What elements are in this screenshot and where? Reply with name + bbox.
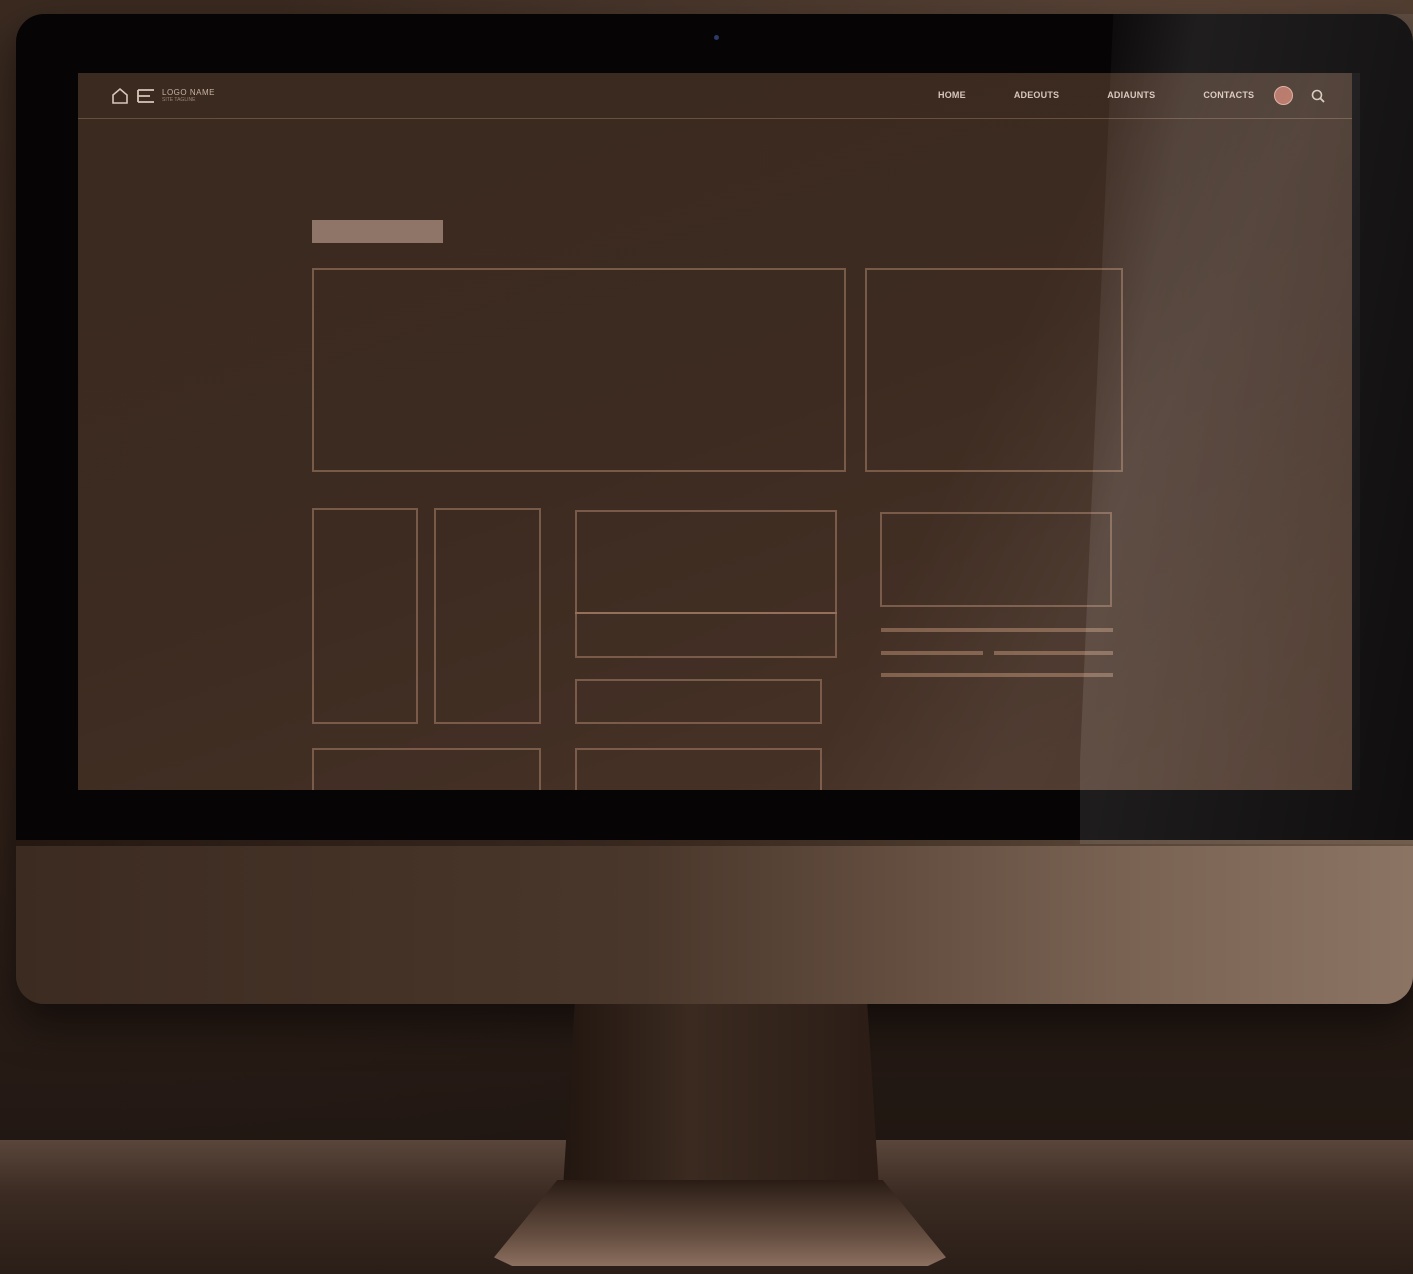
site-logo[interactable]: LOGO NAME SITE TAGLINE xyxy=(110,85,215,107)
nav-item-home[interactable]: HOME xyxy=(938,90,966,100)
nav-item-contacts[interactable]: CONTACTS xyxy=(1203,90,1254,100)
card-placeholder-1 xyxy=(312,508,418,724)
footer-block-placeholder-1 xyxy=(312,748,541,790)
menu-lines-icon xyxy=(137,89,154,103)
site-navbar: LOGO NAME SITE TAGLINE HOME ADEOUTS ADIA… xyxy=(78,73,1352,119)
text-line-placeholder-2 xyxy=(881,651,983,655)
user-avatar-icon[interactable] xyxy=(1274,86,1293,105)
logo-text: LOGO NAME SITE TAGLINE xyxy=(162,88,215,104)
footer-block-placeholder-2 xyxy=(575,748,822,790)
text-line-placeholder-3 xyxy=(994,651,1113,655)
nav-item-adeouts[interactable]: ADEOUTS xyxy=(1014,90,1059,100)
logo-title: LOGO NAME xyxy=(162,88,215,97)
content-caption-placeholder xyxy=(575,612,837,658)
monitor-chin-edge xyxy=(16,840,1413,846)
nav-item-adiaunts[interactable]: ADIAUNTS xyxy=(1107,90,1155,100)
search-icon[interactable] xyxy=(1310,88,1326,104)
text-line-placeholder-1 xyxy=(881,628,1113,632)
side-image-placeholder xyxy=(865,268,1123,472)
content-block-placeholder xyxy=(575,510,837,614)
webcam-icon xyxy=(714,35,719,40)
monitor-stand-base xyxy=(494,1180,946,1266)
card-placeholder-2 xyxy=(434,508,541,724)
text-line-placeholder-4 xyxy=(881,673,1113,677)
content-button-placeholder xyxy=(575,679,822,724)
widget-image-placeholder xyxy=(880,512,1112,607)
screen: LOGO NAME SITE TAGLINE HOME ADEOUTS ADIA… xyxy=(78,73,1352,790)
page-title-placeholder xyxy=(312,220,443,243)
logo-subtitle: SITE TAGLINE xyxy=(162,97,196,103)
nav-links: HOME ADEOUTS ADIAUNTS CONTACTS xyxy=(938,90,1302,100)
monitor-stand-neck xyxy=(562,1004,880,1204)
hero-image-placeholder xyxy=(312,268,846,472)
home-icon xyxy=(112,87,128,104)
